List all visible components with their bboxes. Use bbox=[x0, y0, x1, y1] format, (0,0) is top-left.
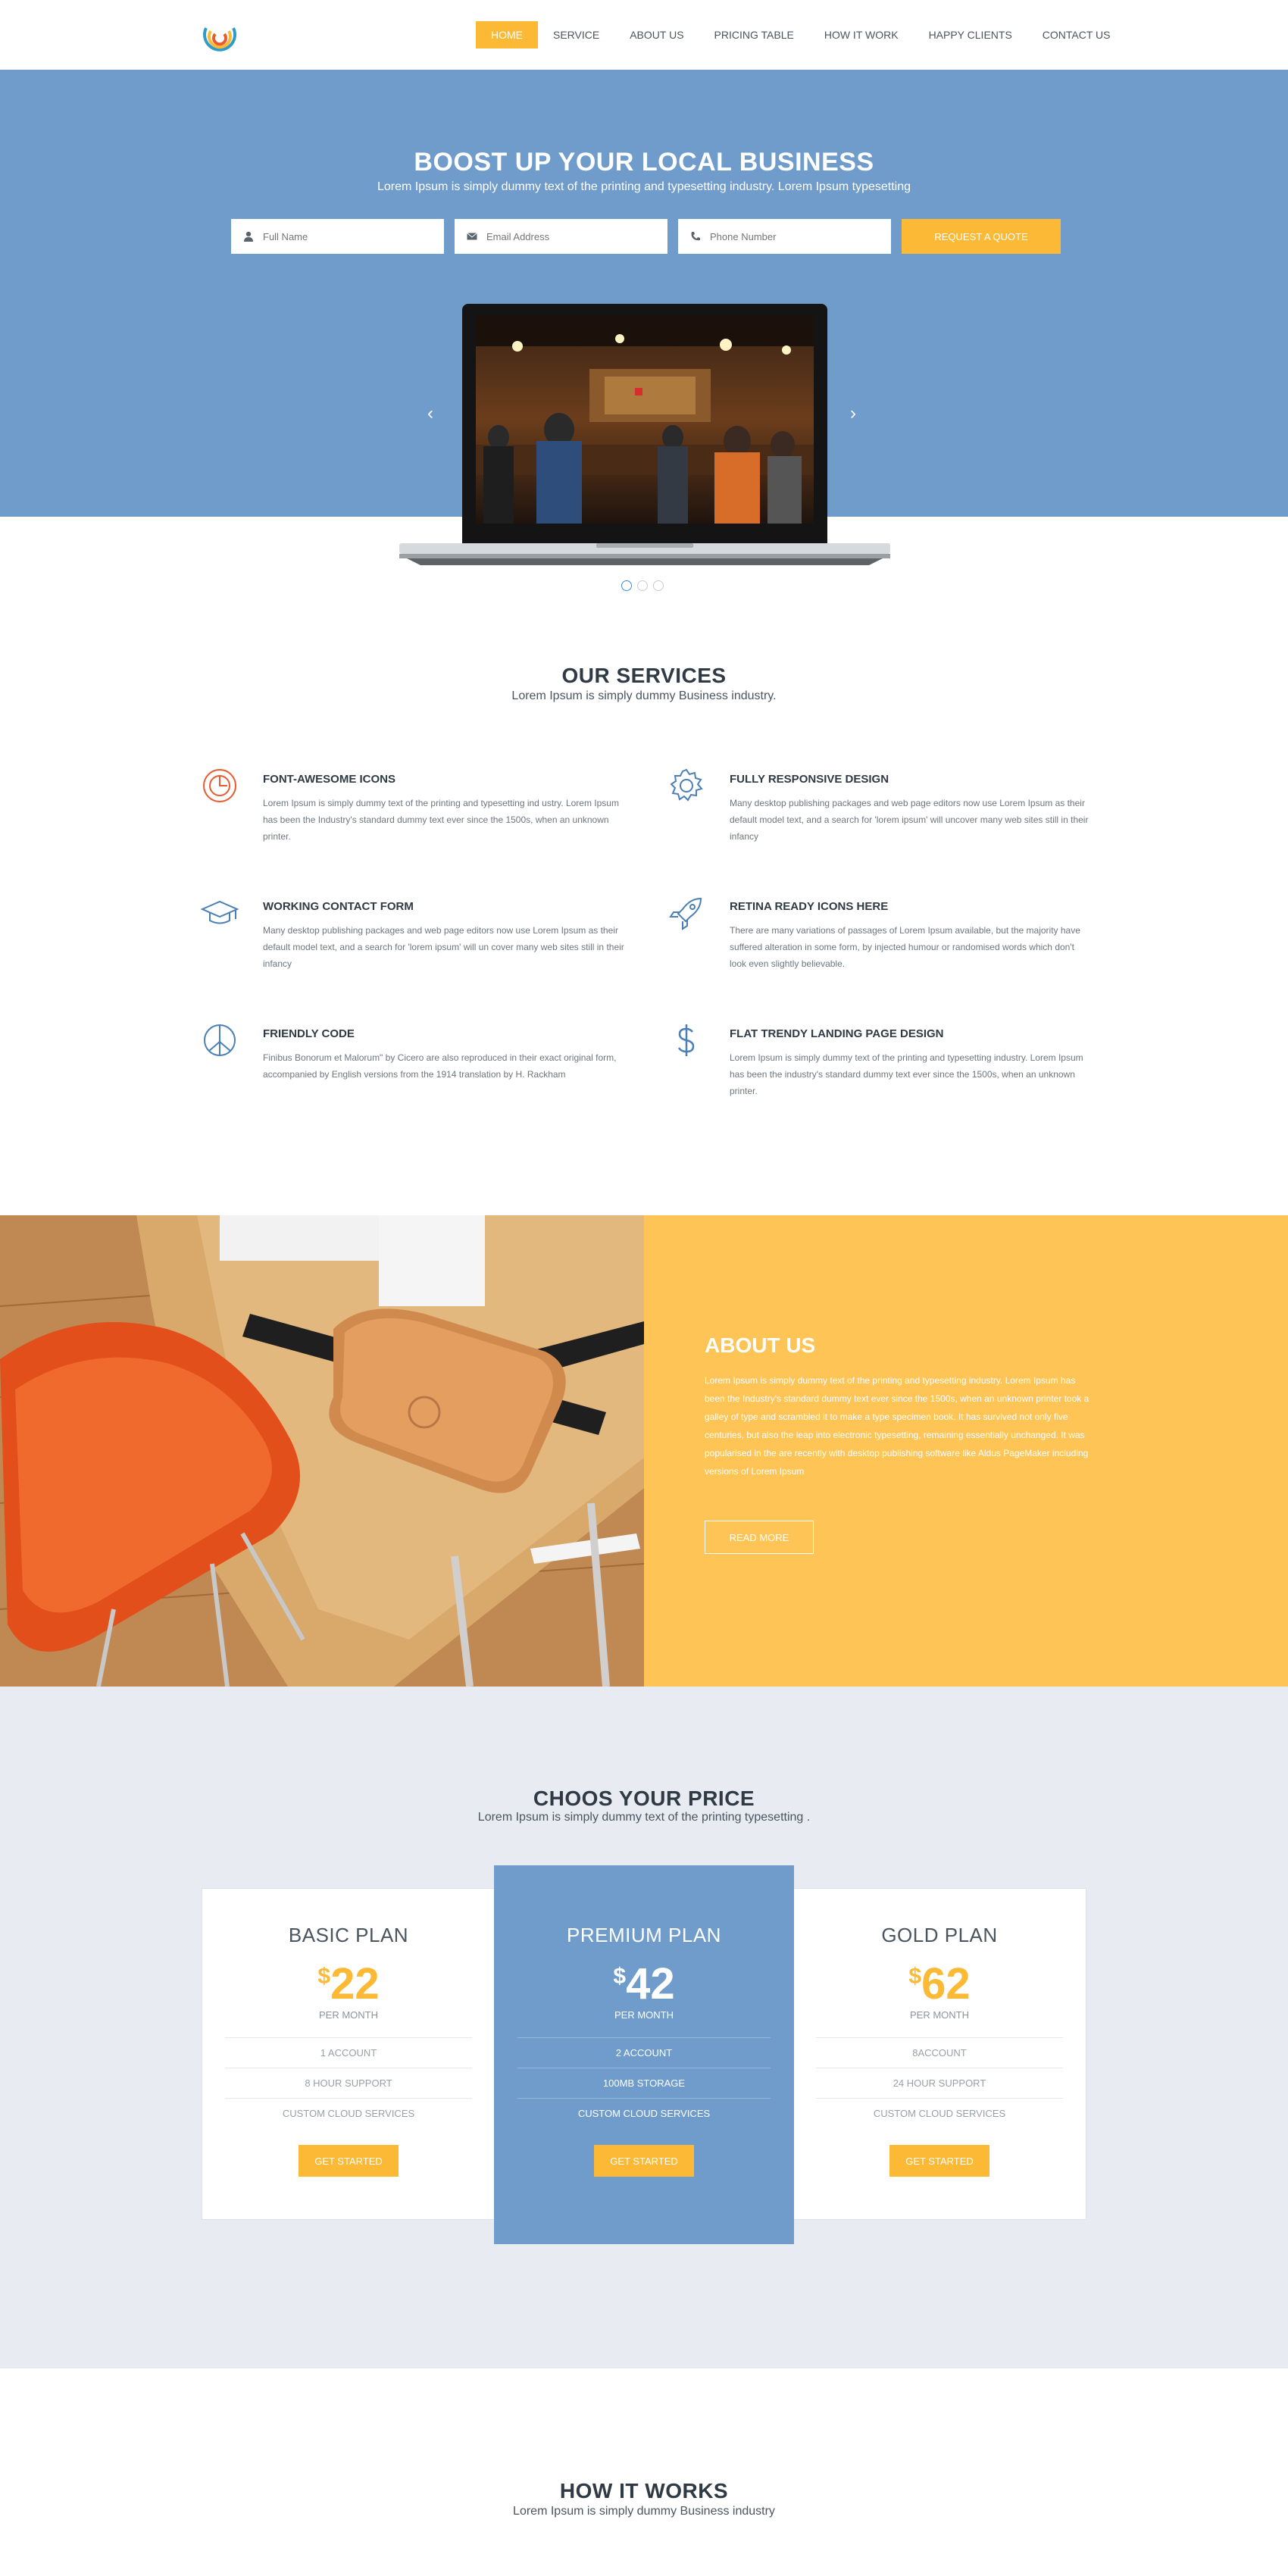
about-text: Lorem Ipsum is simply dummy text of the … bbox=[705, 1375, 1089, 1477]
plan-name: BASIC PLAN bbox=[288, 1924, 409, 1946]
plan-feature: 24 HOUR SUPPORT bbox=[816, 2068, 1063, 2098]
plan-feature: CUSTOM CLOUD SERVICES bbox=[517, 2098, 771, 2128]
read-more-button[interactable]: READ MORE bbox=[705, 1521, 814, 1554]
plan-feature: 2 ACCOUNT bbox=[517, 2037, 771, 2068]
quote-form: REQUEST A QUOTE bbox=[231, 219, 1061, 254]
nav-how-it-work[interactable]: HOW IT WORK bbox=[809, 21, 914, 48]
peace-icon bbox=[204, 1024, 236, 1056]
plan-amount: 42 bbox=[626, 1959, 675, 2009]
service-item: FLAT TRENDY LANDING PAGE DESIGN Lorem Ip… bbox=[677, 1024, 1093, 1099]
service-item: FRIENDLY CODE Finibus Bonorum et Malorum… bbox=[204, 1024, 627, 1083]
plan-card-basic: BASIC PLAN $22 PER MONTH 1 ACCOUNT 8 HOU… bbox=[202, 1888, 496, 2220]
get-started-button[interactable]: GET STARTED bbox=[889, 2145, 989, 2177]
plan-currency: $ bbox=[317, 1964, 331, 1989]
plan-card-premium: PREMIUM PLAN $42 PER MONTH 2 ACCOUNT 100… bbox=[494, 1865, 794, 2244]
plan-card-gold: GOLD PLAN $62 PER MONTH 8ACCOUNT 24 HOUR… bbox=[792, 1888, 1086, 2220]
plan-amount: 62 bbox=[921, 1959, 971, 2009]
main-nav: HOME SERVICE ABOUT US PRICING TABLE HOW … bbox=[476, 21, 1126, 48]
service-item: FONT-AWESOME ICONS Lorem Ipsum is simply… bbox=[203, 769, 627, 845]
request-quote-button[interactable]: REQUEST A QUOTE bbox=[902, 219, 1061, 254]
target-icon bbox=[203, 769, 236, 802]
email-input[interactable] bbox=[486, 230, 653, 242]
site-header: HOME SERVICE ABOUT US PRICING TABLE HOW … bbox=[0, 0, 1288, 70]
phone-input[interactable] bbox=[710, 230, 877, 242]
laptop-mockup bbox=[399, 304, 890, 565]
service-item: WORKING CONTACT FORM Many desktop publis… bbox=[201, 900, 627, 972]
phone-field[interactable] bbox=[678, 219, 891, 254]
plan-feature: 100MB STORAGE bbox=[517, 2068, 771, 2098]
graduation-cap-icon bbox=[201, 900, 239, 924]
about-image bbox=[0, 1215, 644, 1687]
email-field[interactable] bbox=[455, 219, 667, 254]
dollar-icon bbox=[677, 1024, 695, 1056]
service-title: FONT-AWESOME ICONS bbox=[263, 773, 396, 786]
plan-period: PER MONTH bbox=[319, 2009, 378, 2021]
full-name-input[interactable] bbox=[263, 230, 430, 242]
service-title: RETINA READY ICONS HERE bbox=[730, 900, 889, 913]
slider-dot[interactable] bbox=[653, 580, 664, 591]
service-text: There are many variations of passages of… bbox=[730, 925, 1080, 969]
service-text: Finibus Bonorum et Malorum" by Cicero ar… bbox=[263, 1052, 617, 1080]
plan-price: $62 bbox=[793, 1962, 1086, 2006]
phone-icon bbox=[691, 232, 700, 241]
gear-icon bbox=[670, 768, 703, 802]
service-text: Lorem Ipsum is simply dummy text of the … bbox=[263, 798, 619, 842]
rocket-icon bbox=[669, 897, 702, 930]
service-item: RETINA READY ICONS HERE There are many v… bbox=[669, 897, 1093, 972]
nav-pricing-table[interactable]: PRICING TABLE bbox=[699, 21, 809, 48]
pricing-subtitle: Lorem Ipsum is simply dummy text of the … bbox=[477, 1811, 811, 1824]
nav-home[interactable]: HOME bbox=[476, 21, 538, 48]
plan-name: GOLD PLAN bbox=[881, 1924, 998, 1946]
plan-period: PER MONTH bbox=[614, 2009, 674, 2021]
logo-icon[interactable] bbox=[199, 14, 241, 57]
nav-happy-clients[interactable]: HAPPY CLIENTS bbox=[914, 21, 1027, 48]
plan-feature: CUSTOM CLOUD SERVICES bbox=[225, 2098, 472, 2128]
get-started-button[interactable]: GET STARTED bbox=[299, 2145, 399, 2177]
slider-image bbox=[476, 316, 814, 524]
about-title: ABOUT US bbox=[705, 1333, 816, 1357]
plan-name: PREMIUM PLAN bbox=[567, 1924, 721, 1946]
services-subtitle: Lorem Ipsum is simply dummy Business ind… bbox=[511, 689, 777, 702]
hero-subtitle: Lorem Ipsum is simply dummy text of the … bbox=[377, 180, 911, 193]
slider-dots bbox=[621, 580, 664, 591]
user-icon bbox=[244, 231, 253, 242]
service-text: Lorem Ipsum is simply dummy text of the … bbox=[730, 1052, 1083, 1096]
plan-feature: 1 ACCOUNT bbox=[225, 2037, 472, 2068]
full-name-field[interactable] bbox=[231, 219, 444, 254]
service-text: Many desktop publishing packages and web… bbox=[730, 798, 1089, 842]
plan-price: $42 bbox=[495, 1962, 793, 2006]
nav-about-us[interactable]: ABOUT US bbox=[614, 21, 699, 48]
plan-feature: 8 HOUR SUPPORT bbox=[225, 2068, 472, 2098]
plan-feature: CUSTOM CLOUD SERVICES bbox=[816, 2098, 1063, 2128]
how-it-works-subtitle: Lorem Ipsum is simply dummy Business ind… bbox=[513, 2505, 775, 2518]
service-title: FULLY RESPONSIVE DESIGN bbox=[730, 773, 889, 786]
envelope-icon bbox=[467, 233, 477, 240]
plan-amount: 22 bbox=[330, 1959, 380, 2009]
service-title: WORKING CONTACT FORM bbox=[263, 900, 414, 913]
service-title: FLAT TRENDY LANDING PAGE DESIGN bbox=[730, 1027, 944, 1040]
plan-period: PER MONTH bbox=[910, 2009, 969, 2021]
how-it-works-title: HOW IT WORKS bbox=[559, 2479, 729, 2503]
service-text: Many desktop publishing packages and web… bbox=[263, 925, 624, 969]
plan-price: $22 bbox=[202, 1962, 495, 2006]
plan-feature: 8ACCOUNT bbox=[816, 2037, 1063, 2068]
pricing-title: CHOOS YOUR PRICE bbox=[533, 1787, 755, 1810]
nav-contact-us[interactable]: CONTACT US bbox=[1027, 21, 1126, 48]
nav-service[interactable]: SERVICE bbox=[538, 21, 614, 48]
slider-dot[interactable] bbox=[621, 580, 632, 591]
get-started-button[interactable]: GET STARTED bbox=[594, 2145, 694, 2177]
plan-currency: $ bbox=[908, 1964, 922, 1989]
plan-currency: $ bbox=[613, 1964, 627, 1989]
laptop-base bbox=[399, 543, 890, 565]
service-item: FULLY RESPONSIVE DESIGN Many desktop pub… bbox=[670, 768, 1093, 845]
slider-dot[interactable] bbox=[637, 580, 648, 591]
hero-title: BOOST UP YOUR LOCAL BUSINESS bbox=[414, 148, 874, 177]
service-title: FRIENDLY CODE bbox=[263, 1027, 355, 1040]
services-title: OUR SERVICES bbox=[561, 664, 727, 687]
